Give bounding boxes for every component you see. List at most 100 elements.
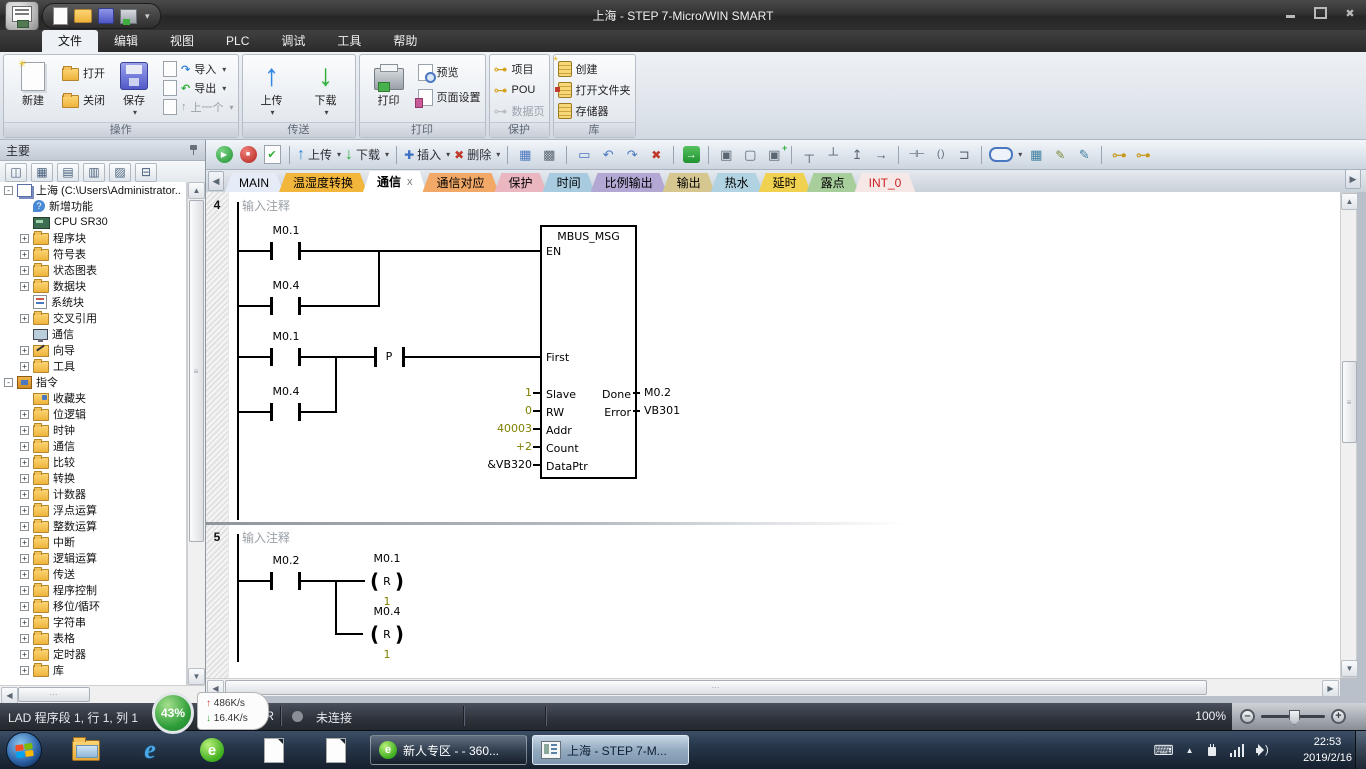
edge-contact-label[interactable]: P bbox=[378, 350, 400, 363]
tree-item-通信[interactable]: +通信 bbox=[0, 326, 186, 342]
previous-button[interactable]: ↑ 上一个▾ bbox=[163, 99, 234, 115]
line-up-icon[interactable]: ↥ bbox=[845, 144, 869, 166]
project-view-icon[interactable]: ◫ bbox=[5, 163, 27, 182]
editor-hscroll-thumb[interactable]: ⋯ bbox=[225, 680, 1207, 695]
expand-icon[interactable]: + bbox=[20, 586, 29, 595]
zoom-out-button[interactable]: – bbox=[1240, 709, 1255, 724]
power-plug-icon[interactable] bbox=[1206, 744, 1218, 757]
contact-operand[interactable]: M0.1 bbox=[264, 224, 308, 237]
coil-count[interactable]: 1 bbox=[365, 648, 409, 661]
tab-比例输出[interactable]: 比例输出 bbox=[591, 173, 667, 192]
network-comment[interactable]: 输入注释 bbox=[242, 197, 290, 214]
explorer-taskbar-icon[interactable] bbox=[64, 733, 108, 767]
stop-icon[interactable]: ■ bbox=[236, 144, 260, 166]
prev-network-icon[interactable]: ↶ bbox=[596, 144, 620, 166]
tree-item-符号表[interactable]: +符号表 bbox=[0, 246, 186, 262]
ladder-editor[interactable]: 4 输入注释 M0.1 M0.4 M0.1 P M0.4 MBUS_MSG EN… bbox=[206, 192, 1340, 678]
unlock-icon[interactable]: ▢ bbox=[738, 144, 762, 166]
restore-button[interactable] bbox=[1312, 6, 1328, 20]
360-float-ball[interactable]: 43% bbox=[152, 692, 194, 734]
param-value-count[interactable]: +2 bbox=[450, 440, 532, 453]
expand-icon[interactable]: + bbox=[20, 314, 29, 323]
tree-item-通信[interactable]: +通信 bbox=[0, 438, 186, 454]
import-button[interactable]: ↷ 导入▾ bbox=[163, 61, 234, 77]
tab-INT_0[interactable]: INT_0 bbox=[855, 173, 916, 192]
key-folder-icon[interactable]: ⊶ bbox=[1131, 144, 1155, 166]
task-button-step7[interactable]: 上海 - STEP 7-M... bbox=[532, 735, 689, 765]
menu-item-5[interactable]: 工具 bbox=[321, 30, 377, 52]
tab-close-icon[interactable]: x bbox=[407, 176, 413, 188]
protect-data-page-button[interactable]: ⊶数据页 bbox=[494, 103, 545, 119]
360-browser-taskbar-icon[interactable]: e bbox=[190, 733, 234, 767]
upload-button[interactable]: ↑上传▾ bbox=[295, 144, 343, 166]
pou-call-icon[interactable]: ▦ bbox=[513, 144, 537, 166]
lock-icon[interactable]: ▣ bbox=[714, 144, 738, 166]
edit-addressing-icon[interactable]: ✎ bbox=[1072, 144, 1096, 166]
tree-item-程序控制[interactable]: +程序控制 bbox=[0, 582, 186, 598]
tree-item-工具[interactable]: +工具 bbox=[0, 358, 186, 374]
expand-icon[interactable]: + bbox=[20, 522, 29, 531]
comm-view-icon[interactable]: ⊟ bbox=[135, 163, 157, 182]
scroll-right-icon[interactable]: ▶ bbox=[1322, 680, 1339, 697]
branch-down-icon[interactable]: ┬ bbox=[797, 144, 821, 166]
address-tag-icon[interactable]: ▾ bbox=[987, 144, 1024, 166]
tab-scroll-left-icon[interactable]: ◀ bbox=[208, 171, 224, 191]
tree-item-程序块[interactable]: +程序块 bbox=[0, 230, 186, 246]
zoom-slider-thumb[interactable] bbox=[1289, 710, 1300, 725]
tree-item-浮点运算[interactable]: +浮点运算 bbox=[0, 502, 186, 518]
tree-item-位逻辑[interactable]: +位逻辑 bbox=[0, 406, 186, 422]
goto-icon[interactable]: → bbox=[679, 144, 703, 166]
line-right-icon[interactable]: → bbox=[869, 144, 893, 166]
menu-item-3[interactable]: PLC bbox=[210, 30, 265, 52]
tree-item-新增功能[interactable]: +?新增功能 bbox=[0, 198, 186, 214]
lock-add-icon[interactable]: ▣+ bbox=[762, 144, 786, 166]
download-button[interactable]: ↓下载▾ bbox=[343, 144, 391, 166]
reset-coil[interactable]: (R) bbox=[363, 622, 411, 646]
menu-item-4[interactable]: 调试 bbox=[265, 30, 321, 52]
insert-button[interactable]: ✚插入▾ bbox=[402, 144, 452, 166]
tree-item-逻辑运算[interactable]: +逻辑运算 bbox=[0, 550, 186, 566]
branch-up-icon[interactable]: ┴ bbox=[821, 144, 845, 166]
zoom-slider[interactable] bbox=[1261, 715, 1325, 718]
coil-icon[interactable]: ( ) bbox=[928, 144, 952, 166]
tree-item-计数器[interactable]: +计数器 bbox=[0, 486, 186, 502]
param-value-rw[interactable]: 0 bbox=[450, 404, 532, 417]
delete-network-icon[interactable]: ✖ bbox=[644, 144, 668, 166]
tree-item-转换[interactable]: +转换 bbox=[0, 470, 186, 486]
network-signal-icon[interactable] bbox=[1230, 744, 1245, 757]
expand-icon[interactable]: + bbox=[20, 602, 29, 611]
expand-icon[interactable]: + bbox=[20, 554, 29, 563]
tab-MAIN[interactable]: MAIN bbox=[225, 173, 283, 192]
expand-icon[interactable]: + bbox=[20, 650, 29, 659]
taskbar-clock[interactable]: 22:53 2019/2/16 bbox=[1303, 734, 1352, 766]
keyboard-icon[interactable]: ⌨ bbox=[1153, 742, 1173, 759]
output-target-error[interactable]: VB301 bbox=[644, 404, 680, 417]
contact-operand[interactable]: M0.4 bbox=[264, 279, 308, 292]
expand-icon[interactable]: + bbox=[20, 570, 29, 579]
reset-coil[interactable]: (R) bbox=[363, 569, 411, 593]
delete-button[interactable]: ✖删除▾ bbox=[452, 144, 502, 166]
menu-item-1[interactable]: 编辑 bbox=[98, 30, 154, 52]
expand-icon[interactable]: + bbox=[20, 506, 29, 515]
zoom-in-button[interactable]: + bbox=[1331, 709, 1346, 724]
tree-item-中断[interactable]: +中断 bbox=[0, 534, 186, 550]
tab-热水[interactable]: 热水 bbox=[711, 173, 763, 192]
expand-icon[interactable]: + bbox=[20, 458, 29, 467]
delete-dropdown-icon[interactable]: ▾ bbox=[496, 150, 500, 159]
upload-button[interactable]: ↑ 上传▾ bbox=[247, 58, 297, 121]
minimize-button[interactable] bbox=[1282, 6, 1298, 20]
scroll-left-icon[interactable]: ◀ bbox=[1, 687, 18, 704]
status-chart-view-icon[interactable]: ▤ bbox=[57, 163, 79, 182]
tab-温湿度转换[interactable]: 温湿度转换 bbox=[279, 173, 367, 192]
editor-horizontal-scrollbar[interactable]: ◀ ⋯ ▶ bbox=[206, 678, 1340, 696]
download-dropdown-icon[interactable]: ▾ bbox=[385, 150, 389, 159]
contact-operand[interactable]: M0.1 bbox=[264, 330, 308, 343]
tab-露点[interactable]: 露点 bbox=[807, 173, 859, 192]
tree-item-数据块[interactable]: +数据块 bbox=[0, 278, 186, 294]
scroll-up-icon[interactable]: ▲ bbox=[188, 182, 205, 199]
library-memory-button[interactable]: 存储器 bbox=[558, 103, 631, 119]
download-button[interactable]: ↓ 下载▾ bbox=[301, 58, 351, 121]
expand-icon[interactable]: + bbox=[20, 250, 29, 259]
expand-icon[interactable]: + bbox=[20, 634, 29, 643]
print-button[interactable]: 打印 bbox=[364, 58, 414, 121]
